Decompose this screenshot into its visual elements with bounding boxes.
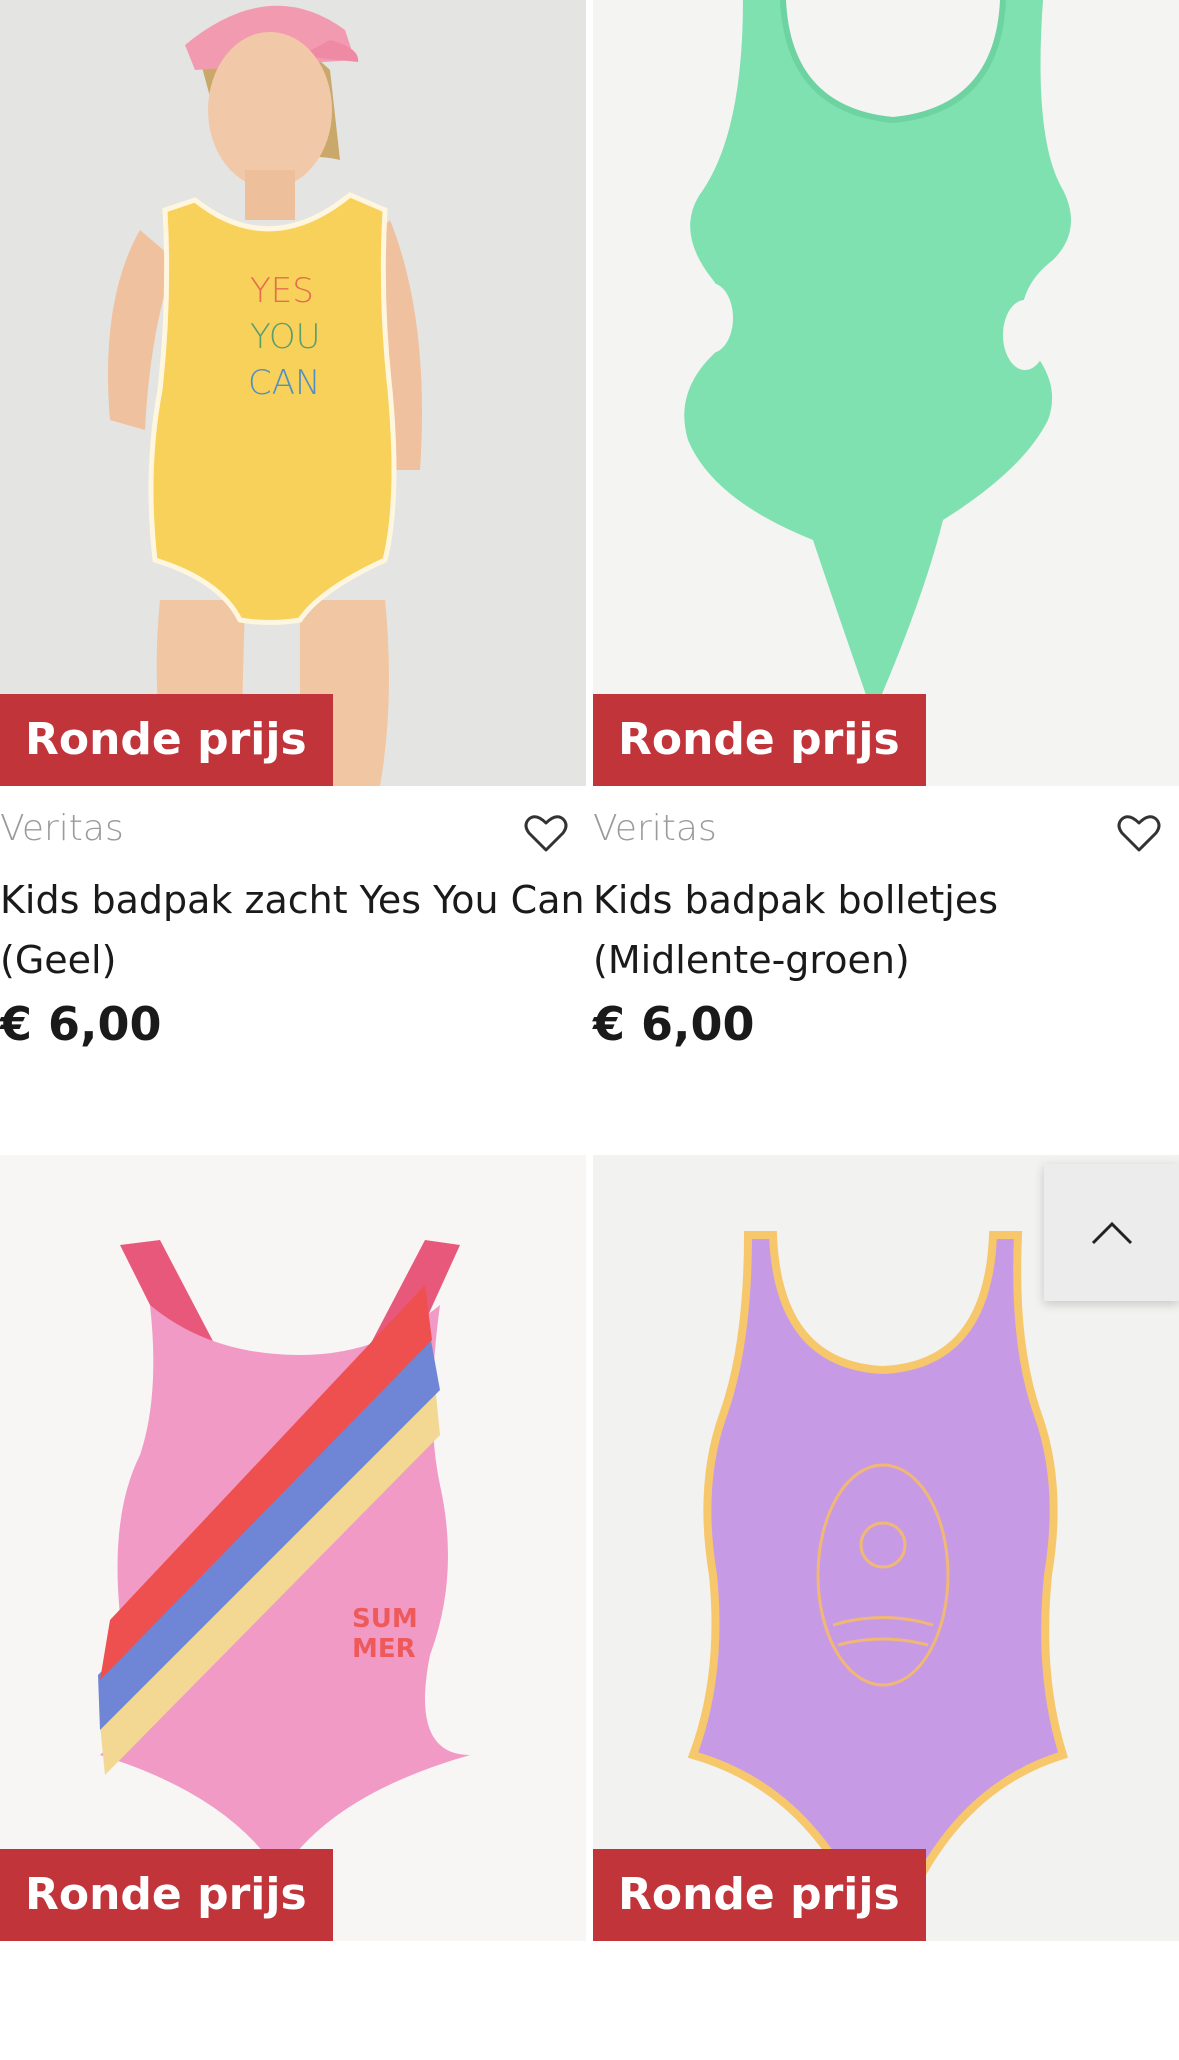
promo-badge: Ronde prijs — [593, 1849, 926, 1941]
product-image[interactable]: YES YOU CAN Ronde prijs — [0, 0, 586, 786]
promo-badge: Ronde prijs — [0, 1849, 333, 1941]
product-card[interactable]: Ronde prijs Veritas Kids badpak bolletje… — [593, 0, 1179, 1056]
print-text: YOU — [250, 317, 321, 357]
print-text: SUM — [352, 1604, 418, 1634]
promo-badge: Ronde prijs — [593, 694, 926, 786]
product-title[interactable]: Kids badpak bolletjes (Midlente-groen) — [593, 870, 1179, 990]
promo-badge: Ronde prijs — [0, 694, 333, 786]
print-text: MER — [352, 1634, 416, 1664]
product-photo — [593, 0, 1179, 786]
product-image[interactable]: Ronde prijs — [593, 0, 1179, 786]
print-text: CAN — [248, 363, 320, 403]
scroll-to-top-button[interactable] — [1044, 1164, 1179, 1301]
product-photo: YES YOU CAN — [0, 0, 586, 786]
brand-label: Veritas — [0, 808, 124, 849]
chevron-up-icon — [1091, 1221, 1132, 1244]
product-price: € 6,00 — [593, 997, 755, 1051]
product-title[interactable]: Kids badpak zacht Yes You Can (Geel) — [0, 870, 586, 990]
product-card[interactable]: SUM MER Ronde prijs — [0, 1155, 586, 1941]
product-card[interactable]: YES YOU CAN Ronde prijs Veritas Kids bad… — [0, 0, 586, 1056]
product-photo: SUM MER — [0, 1155, 586, 1941]
heart-icon[interactable] — [524, 812, 568, 854]
product-price: € 6,00 — [0, 997, 162, 1051]
product-image[interactable]: SUM MER Ronde prijs — [0, 1155, 586, 1941]
print-text: YES — [250, 271, 314, 311]
brand-label: Veritas — [593, 808, 717, 849]
heart-icon[interactable] — [1117, 812, 1161, 854]
